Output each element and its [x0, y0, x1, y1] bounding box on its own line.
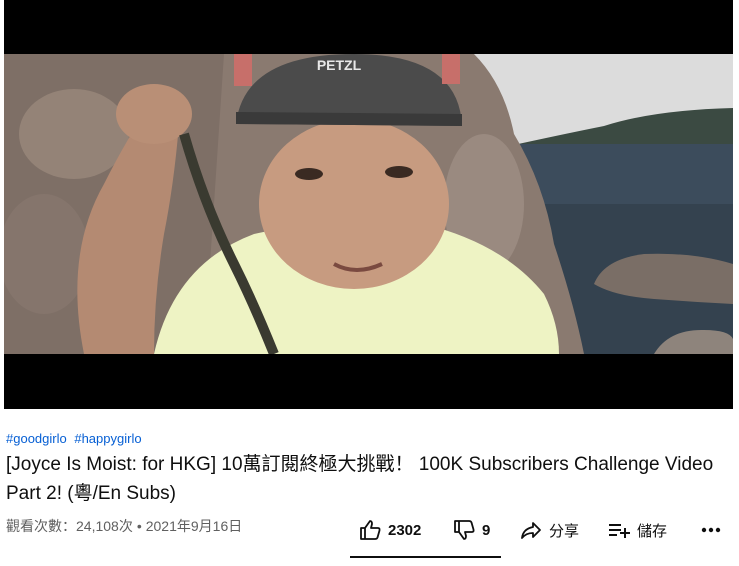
share-label: 分享 — [549, 522, 580, 540]
hashtag-link[interactable]: #goodgirlo — [6, 431, 67, 446]
helmet-logo: PETZL — [317, 57, 362, 73]
share-button[interactable]: 分享 — [519, 513, 579, 547]
thumb-down-icon — [452, 518, 476, 542]
save-label: 儲存 — [637, 522, 668, 540]
dislike-count: 9 — [482, 521, 491, 539]
like-count: 2302 — [388, 521, 422, 539]
video-frame[interactable]: PETZL — [4, 54, 733, 354]
more-horizontal-icon — [700, 518, 722, 542]
save-button[interactable]: 儲存 — [607, 513, 667, 547]
dislike-button[interactable]: 9 — [452, 513, 490, 547]
video-title: [Joyce Is Moist: for HKG] 10萬訂閱終極大挑戰！ 10… — [6, 454, 714, 504]
more-actions-button[interactable] — [700, 513, 722, 547]
share-arrow-icon — [519, 518, 543, 542]
hashtag-link[interactable]: #happygirlo — [74, 431, 141, 446]
hashtag-list: #goodgirlo #happygirlo — [6, 431, 146, 446]
thumb-up-icon — [358, 518, 382, 542]
like-button[interactable]: 2302 — [358, 513, 421, 547]
meta-separator: • — [136, 518, 142, 534]
upload-date: 2021年9月16日 — [145, 518, 243, 534]
view-count: 觀看次數：24,108次 — [6, 518, 133, 534]
sentiment-bar — [350, 556, 501, 558]
playlist-add-icon — [607, 518, 631, 542]
video-player[interactable]: PETZL — [4, 0, 733, 409]
video-meta: 觀看次數：24,108次 • 2021年9月16日 — [6, 516, 242, 536]
